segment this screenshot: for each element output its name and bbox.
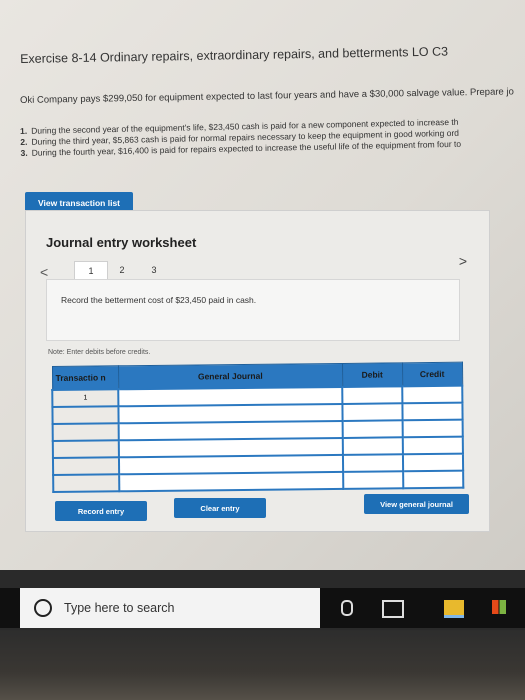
- transaction-number: [52, 440, 120, 458]
- debit-cell[interactable]: [343, 471, 404, 489]
- transaction-number: [53, 474, 120, 492]
- screen-photo: Exercise 8-14 Ordinary repairs, extraord…: [0, 0, 525, 570]
- file-explorer-icon[interactable]: [444, 600, 464, 618]
- prev-arrow-icon[interactable]: <: [40, 264, 48, 280]
- debit-cell[interactable]: [342, 420, 403, 438]
- account-cell[interactable]: [119, 471, 344, 492]
- cortana-icon: [34, 599, 52, 617]
- clear-entry-button[interactable]: Clear entry: [174, 498, 266, 518]
- col-transaction: Transactio n: [52, 365, 119, 390]
- credit-cell[interactable]: [403, 470, 464, 489]
- debit-cell[interactable]: [342, 403, 403, 421]
- taskbar-search-box[interactable]: Type here to search: [20, 588, 320, 628]
- col-debit: Debit: [342, 362, 403, 387]
- store-icon[interactable]: [492, 600, 506, 614]
- tab-2[interactable]: 2: [106, 261, 138, 279]
- transaction-number: [52, 457, 120, 475]
- debit-cell[interactable]: [342, 437, 404, 455]
- debit-credit-note: Note: Enter debits before credits.: [48, 349, 151, 356]
- instruction-text: Record the betterment cost of $23,450 pa…: [61, 295, 257, 305]
- col-credit: Credit: [402, 362, 463, 387]
- debit-cell[interactable]: [342, 386, 403, 404]
- credit-cell[interactable]: [402, 385, 463, 404]
- debit-cell[interactable]: [343, 454, 404, 472]
- table-row: [53, 470, 464, 492]
- credit-cell[interactable]: [403, 453, 464, 472]
- worksheet-title: Journal entry worksheet: [46, 235, 197, 250]
- journal-entry-worksheet: Journal entry worksheet < > 1 2 3 Record…: [25, 210, 490, 532]
- next-arrow-icon[interactable]: >: [459, 253, 467, 269]
- journal-table: Transactio n General Journal Debit Credi…: [51, 362, 464, 493]
- search-placeholder: Type here to search: [64, 601, 175, 615]
- transaction-number: 1: [52, 389, 119, 407]
- transaction-number: [52, 406, 119, 424]
- exercise-title: Exercise 8-14 Ordinary repairs, extraord…: [20, 44, 449, 66]
- transaction-number: [52, 423, 120, 441]
- microphone-icon[interactable]: [341, 600, 353, 616]
- credit-cell[interactable]: [402, 419, 463, 438]
- credit-cell[interactable]: [402, 402, 463, 421]
- task-view-icon[interactable]: [382, 600, 404, 618]
- desk-background: [0, 630, 525, 700]
- instruction-box: Record the betterment cost of $23,450 pa…: [46, 279, 460, 341]
- tab-1[interactable]: 1: [74, 261, 108, 280]
- tab-3[interactable]: 3: [138, 261, 170, 279]
- record-entry-button[interactable]: Record entry: [55, 501, 147, 521]
- problem-steps: 1. During the second year of the equipmen…: [20, 117, 461, 159]
- credit-cell[interactable]: [402, 436, 463, 455]
- view-general-journal-button[interactable]: View general journal: [364, 494, 469, 514]
- windows-taskbar: Type here to search: [0, 588, 525, 628]
- problem-intro: Oki Company pays $299,050 for equipment …: [20, 86, 514, 106]
- col-general-journal: General Journal: [118, 363, 343, 390]
